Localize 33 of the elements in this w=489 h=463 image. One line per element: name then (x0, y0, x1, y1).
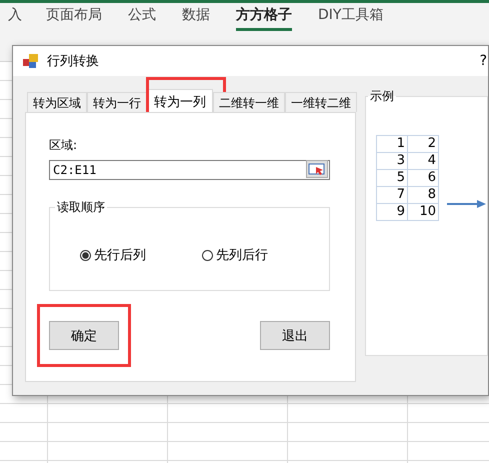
range-label: 区域: (49, 137, 78, 154)
table-cell: 5 (376, 170, 408, 186)
help-button[interactable]: ? (480, 53, 487, 69)
table-cell: 9 (376, 204, 408, 220)
app-icon (23, 53, 39, 69)
tab[interactable]: 转为一行 (87, 92, 147, 112)
tab[interactable]: 一维转二维 (285, 92, 357, 112)
dialog-button[interactable]: 退出 (260, 321, 330, 350)
range-field[interactable]: C2:E11 (49, 160, 330, 180)
tab[interactable]: 转为一列 (147, 89, 213, 112)
window-title: 行列转换 (47, 53, 99, 70)
dialog-button[interactable]: 确定 (49, 321, 119, 350)
tab[interactable]: 二维转一维 (213, 92, 285, 112)
table-cell: 1 (376, 136, 408, 152)
radio-option[interactable]: 先列后行 (202, 246, 268, 264)
table-cell: 3 (376, 152, 408, 170)
arrow-icon (447, 199, 487, 209)
table-cell: 2 (408, 136, 438, 152)
group-title: 读取顺序 (56, 199, 106, 216)
table-cell: 6 (408, 170, 438, 186)
radio-option[interactable]: 先行后列 (80, 246, 146, 264)
table-cell: 7 (376, 186, 408, 204)
ribbon-tab[interactable]: DIY工具箱 (318, 3, 384, 31)
ribbon-tab[interactable]: 公式 (128, 3, 156, 31)
table-cell: 10 (408, 204, 438, 220)
ribbon-tab[interactable]: 入 (8, 3, 22, 31)
tab[interactable]: 转为区域 (27, 92, 87, 112)
table-cell: 4 (408, 152, 438, 170)
table-cell: 8 (408, 186, 438, 204)
ribbon-tab[interactable]: 页面布局 (46, 3, 102, 31)
range-picker-icon[interactable] (306, 160, 328, 178)
group-title: 示例 (369, 88, 395, 105)
ribbon-tab[interactable]: 数据 (182, 3, 210, 31)
